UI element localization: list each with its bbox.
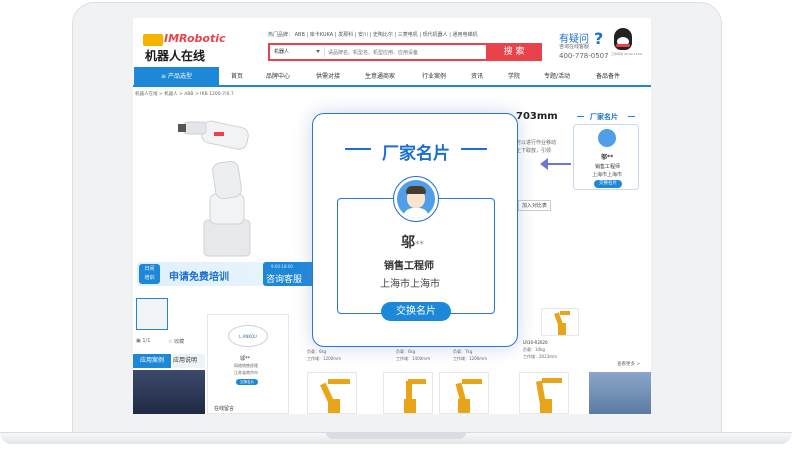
nav-brands[interactable]: 品牌中心 — [266, 67, 290, 87]
case-image[interactable] — [133, 370, 205, 414]
compare-button[interactable]: 加入对比表 — [518, 200, 552, 211]
hot-brands: 热门品牌： ABB | 库卡KUKA | 发那科 | 安川 | 史陶比尔 | 三… — [268, 32, 478, 38]
nav-cases[interactable]: 行业案例 — [422, 67, 446, 87]
help-phone: 400-778-0507 — [559, 52, 609, 60]
nav-merchants[interactable]: 生意通商家 — [365, 67, 395, 87]
factory-image[interactable] — [589, 372, 651, 414]
product-thumbnail[interactable] — [136, 298, 168, 330]
nav-events[interactable]: 专题/活动 — [544, 67, 570, 87]
vendor-logo: L.ANKOU — [228, 325, 268, 347]
robot-arm-image — [178, 120, 251, 257]
product-2-spec2: 工作域：1400mm — [396, 356, 430, 361]
search-input[interactable] — [328, 47, 478, 58]
business-card-modal: 厂家名片 邬** 销售工程师 上海市上海市 交换名片 — [312, 113, 518, 347]
nav-home[interactable]: 首页 — [231, 67, 243, 87]
nav-supply[interactable]: 供需对接 — [316, 67, 340, 87]
product-1-spec2: 工作域：1200mm — [307, 356, 341, 361]
avatar — [598, 129, 616, 147]
logo-cn[interactable]: 机器人在线 — [145, 47, 205, 64]
nav-category-button[interactable]: ≡ 产品选型 — [134, 67, 219, 87]
nav-academy[interactable]: 学院 — [508, 67, 520, 87]
modal-name: 邬** — [401, 235, 424, 251]
arrow-left-icon — [545, 163, 571, 165]
side-card-heading: 厂家名片 — [590, 113, 618, 121]
promo-text[interactable]: 申请免费培训 — [169, 268, 229, 283]
side-card: 邬** 销售工程师 上海市上海市 交换名片 — [573, 124, 639, 190]
product-4-model: LR10-R2020 — [523, 340, 548, 345]
help-sub[interactable]: 咨询在线客服 — [559, 43, 589, 50]
search-category[interactable]: 机器人 — [274, 48, 289, 55]
modal-city: 上海市上海市 — [380, 279, 440, 290]
product-desc-2: 上下取放，引领 — [516, 148, 552, 154]
product-3-spec1: 负载：7kg — [453, 349, 473, 354]
qq-label: 工作时间 09:00-18:00 — [611, 52, 643, 56]
product-3-spec2: 工作域：1200mm — [453, 356, 487, 361]
chevron-down-icon — [316, 50, 320, 53]
vendor-card: L.ANKOU 邬** 网络销售经理 江苏省南京市 交换名片 在线留言 — [207, 314, 289, 414]
qq-icon[interactable] — [614, 28, 632, 50]
side-exchange-button[interactable]: 交换名片 — [594, 180, 622, 188]
logo-brand[interactable]: IMRobotic — [164, 32, 226, 45]
logo-robot-icon — [143, 34, 163, 46]
product-title: 703mm — [516, 111, 558, 122]
thumb-counter: ▣ 1/1 — [136, 338, 151, 344]
tab-cases[interactable]: 应用案例 — [133, 354, 171, 368]
question-icon: ? — [594, 29, 604, 48]
robot-thumb-4[interactable] — [519, 372, 569, 414]
vendor-exchange-button[interactable]: 交换名片 — [236, 379, 258, 385]
more-link[interactable]: 查看更多 > — [617, 361, 640, 367]
product-4-spec1: 负载：10kg — [523, 347, 545, 352]
robot-thumb-3[interactable] — [439, 372, 489, 414]
product-image-area — [134, 104, 309, 264]
product-4-image[interactable] — [541, 308, 579, 336]
laptop-base — [0, 424, 792, 453]
breadcrumb[interactable]: 机器人在线 > 机器人 > ABB > IRB 1200-7/0.7 — [135, 91, 234, 97]
product-2-spec1: 负载：6kg — [396, 349, 416, 354]
modal-heading: 厂家名片 — [382, 144, 450, 164]
search-button[interactable]: 搜 索 — [486, 43, 542, 61]
nav-parts[interactable]: 备品备件 — [596, 67, 620, 87]
robot-thumb-1[interactable] — [307, 372, 357, 414]
promo-badge: 日间 培训 — [139, 264, 160, 284]
avatar — [393, 176, 439, 222]
product-1-spec1: 负载：6kg — [307, 349, 327, 354]
modal-role: 销售工程师 — [384, 261, 434, 272]
prev-icon[interactable]: ▣ — [136, 338, 141, 344]
nav-news[interactable]: 资讯 — [471, 67, 483, 87]
favorite-link[interactable]: ☆ 收藏 — [168, 338, 184, 345]
product-4-spec2: 工作域：2023mm — [523, 354, 557, 359]
cs-button[interactable]: 9:00-18:00 咨询客服 — [263, 262, 315, 286]
tab-cases-2[interactable]: 应用说明 — [173, 354, 205, 368]
robot-thumb-2[interactable] — [383, 372, 433, 414]
product-desc-1: 可以进行作业移动 — [516, 140, 557, 146]
exchange-card-button[interactable]: 交换名片 — [381, 302, 451, 321]
